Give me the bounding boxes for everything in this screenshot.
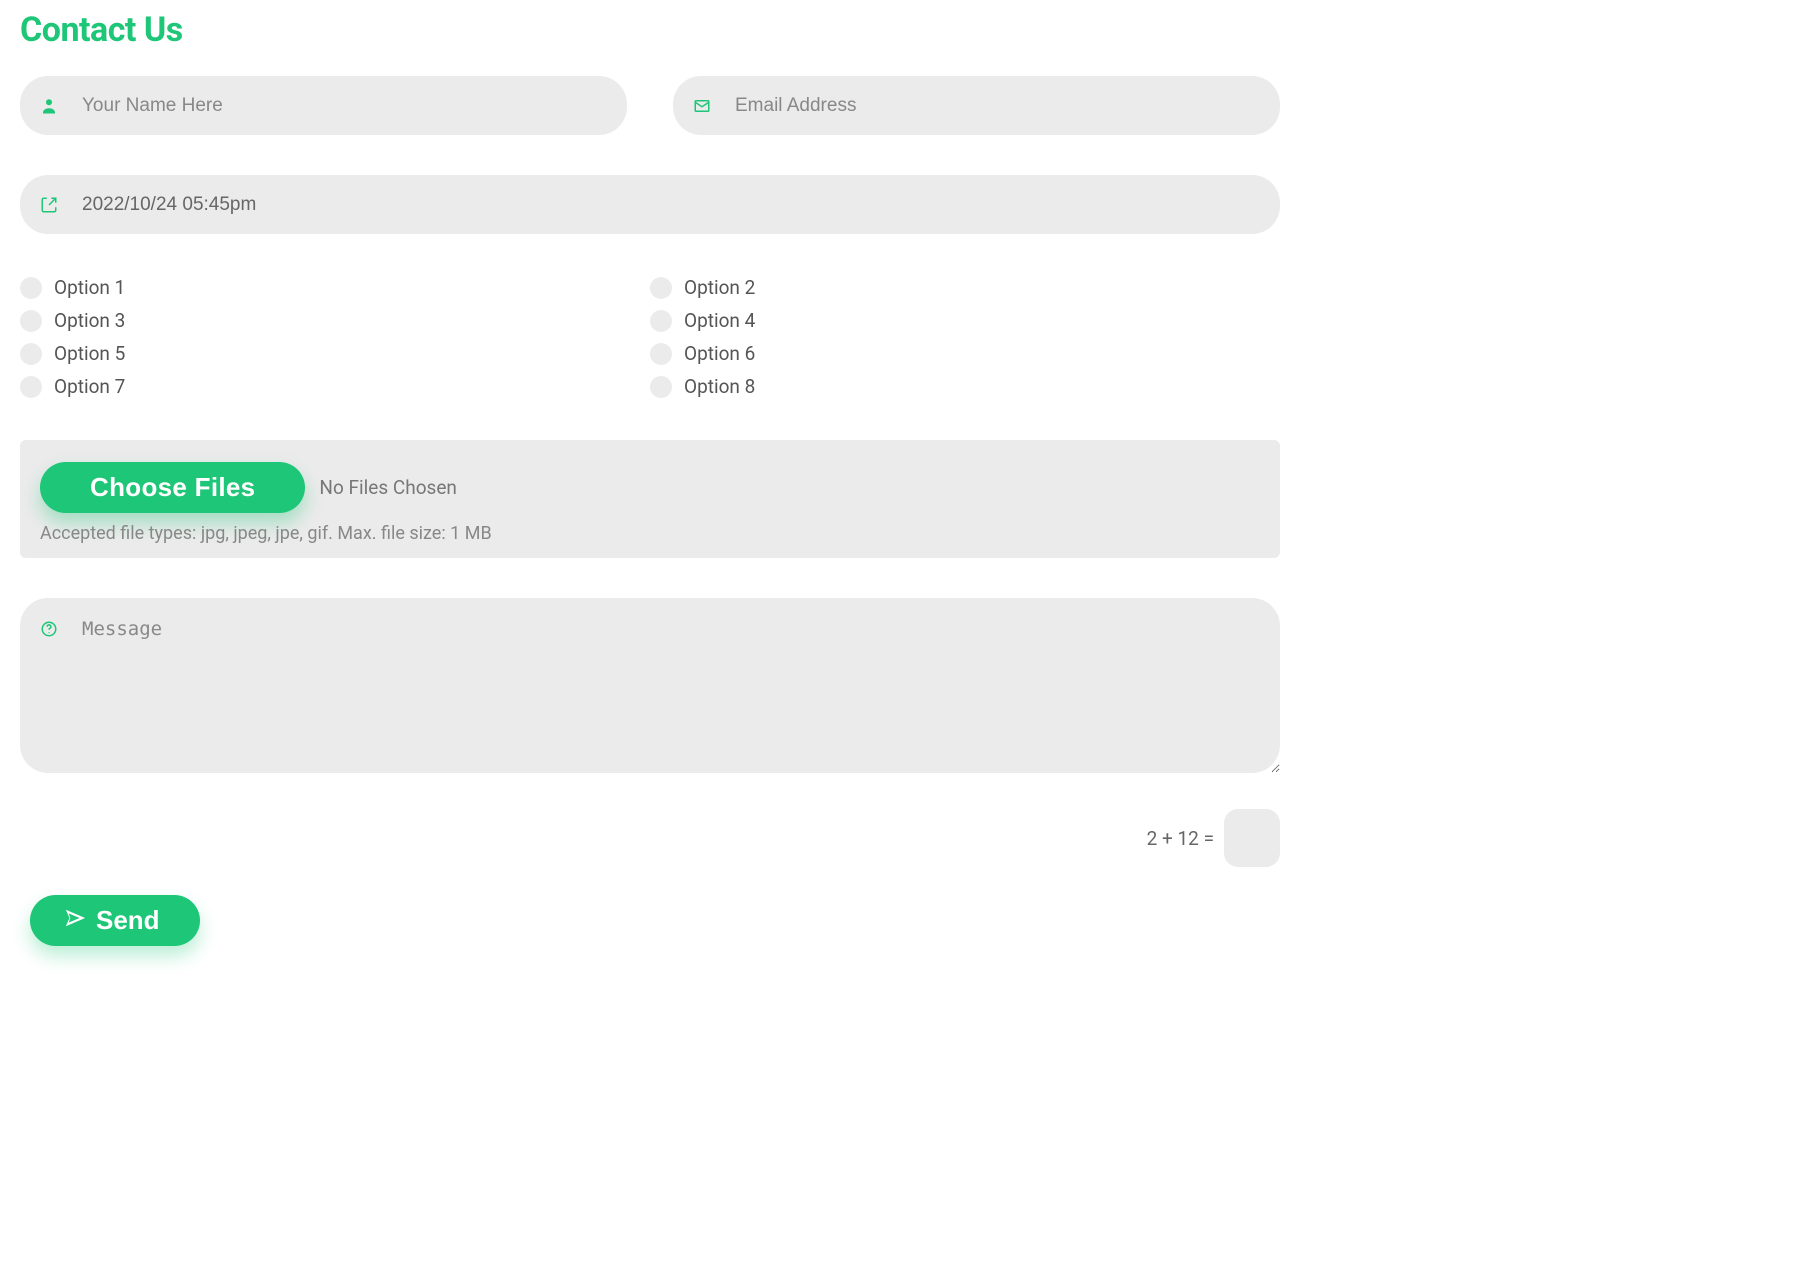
user-icon [40, 97, 58, 115]
checkbox-circle[interactable] [20, 310, 42, 332]
checkbox-circle[interactable] [20, 376, 42, 398]
checkbox-label: Option 6 [684, 342, 755, 365]
message-textarea[interactable] [20, 598, 1280, 773]
checkbox-item[interactable]: Option 8 [650, 373, 1280, 400]
email-input[interactable] [673, 76, 1280, 135]
checkbox-circle[interactable] [650, 277, 672, 299]
checkbox-item[interactable]: Option 3 [20, 307, 650, 334]
message-field-wrap [20, 598, 1280, 777]
datetime-field-wrap [20, 175, 1280, 234]
send-button[interactable]: Send [30, 895, 200, 946]
checkbox-item[interactable]: Option 7 [20, 373, 650, 400]
checkbox-circle[interactable] [650, 376, 672, 398]
checkbox-label: Option 4 [684, 309, 755, 332]
checkbox-label: Option 7 [54, 375, 125, 398]
send-button-label: Send [96, 905, 160, 936]
page-title: Contact Us [20, 10, 1280, 50]
checkbox-label: Option 2 [684, 276, 755, 299]
file-hint-text: Accepted file types: jpg, jpeg, jpe, gif… [40, 523, 1260, 544]
checkbox-circle[interactable] [20, 277, 42, 299]
question-circle-icon [40, 620, 58, 638]
checkbox-label: Option 3 [54, 309, 125, 332]
choose-files-button[interactable]: Choose Files [40, 462, 305, 513]
file-upload-block: Choose Files No Files Chosen Accepted fi… [20, 440, 1280, 558]
checkbox-item[interactable]: Option 1 [20, 274, 650, 301]
file-status-text: No Files Chosen [319, 476, 456, 499]
arrow-into-box-icon [40, 196, 58, 214]
checkbox-circle[interactable] [650, 310, 672, 332]
checkbox-label: Option 1 [54, 276, 125, 299]
email-field-wrap [673, 76, 1280, 135]
name-input[interactable] [20, 76, 627, 135]
name-field-wrap [20, 76, 627, 135]
envelope-icon [693, 97, 711, 115]
captcha-question: 2 + 12 = [1147, 827, 1214, 850]
checkbox-item[interactable]: Option 4 [650, 307, 1280, 334]
checkbox-circle[interactable] [20, 343, 42, 365]
checkbox-item[interactable]: Option 2 [650, 274, 1280, 301]
captcha-row: 2 + 12 = [20, 809, 1280, 867]
datetime-input[interactable] [20, 175, 1280, 234]
captcha-input[interactable] [1224, 809, 1280, 867]
checkbox-label: Option 8 [684, 375, 755, 398]
checkbox-item[interactable]: Option 6 [650, 340, 1280, 367]
checkbox-circle[interactable] [650, 343, 672, 365]
checkbox-group: Option 1 Option 2 Option 3 Option 4 Option 5… [20, 274, 1280, 400]
paper-plane-icon [64, 905, 86, 936]
checkbox-label: Option 5 [54, 342, 125, 365]
checkbox-item[interactable]: Option 5 [20, 340, 650, 367]
